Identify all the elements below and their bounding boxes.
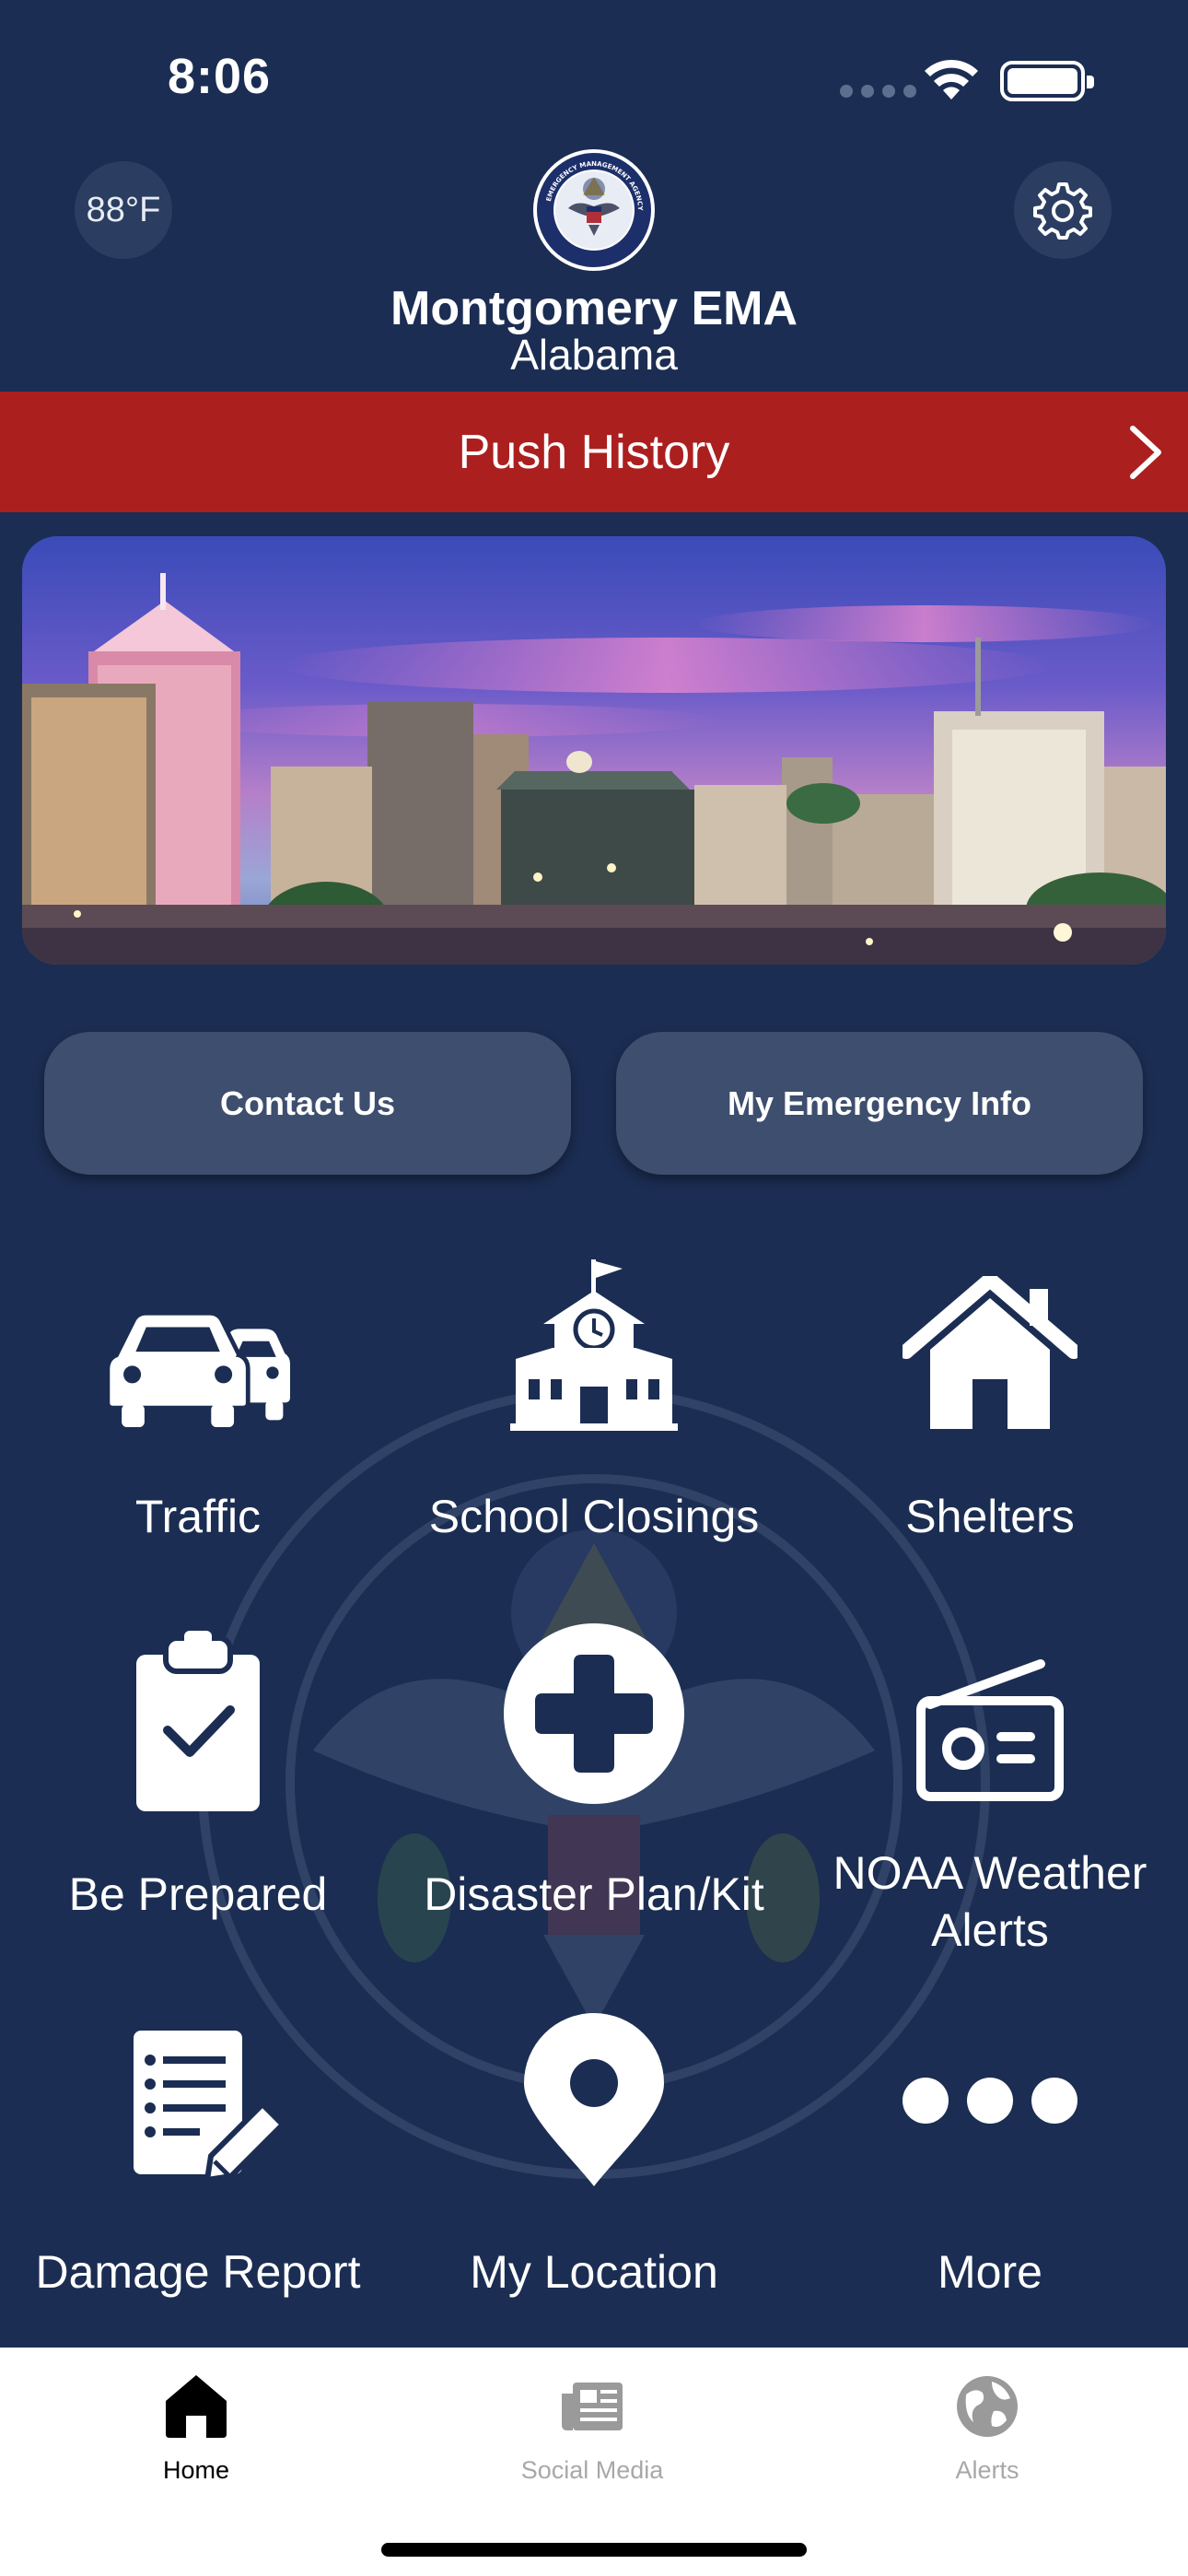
settings-button[interactable]	[1014, 161, 1112, 259]
more-tile[interactable]: More	[797, 2008, 1183, 2322]
tab-social-media-label: Social Media	[520, 2456, 664, 2484]
contact-us-button[interactable]: Contact Us	[44, 1032, 571, 1175]
tab-alerts[interactable]: Alerts	[849, 2370, 1125, 2485]
school-icon	[502, 1253, 686, 1437]
medical-cross-icon	[502, 1622, 686, 1806]
status-time: 8:06	[168, 49, 272, 104]
house-icon	[898, 1262, 1082, 1446]
more-label: More	[938, 2246, 1042, 2298]
wifi-icon	[925, 59, 978, 100]
app-title: Montgomery EMA	[390, 282, 798, 335]
status-bar: 8:06	[0, 0, 1188, 147]
ema-seal-logo: EMERGENCY MANAGEMENT AGENCY	[533, 149, 655, 271]
temperature-badge[interactable]: 88°F	[75, 161, 172, 259]
noaa-weather-alerts-label: NOAA Weather Alerts	[833, 1847, 1147, 1956]
battery-icon	[1000, 61, 1094, 101]
tab-home[interactable]: Home	[58, 2370, 334, 2485]
traffic-tile[interactable]: Traffic	[5, 1235, 391, 1566]
city-skyline-image	[22, 536, 1166, 965]
be-prepared-label: Be Prepared	[68, 1868, 328, 1920]
app-subtitle: Alabama	[510, 331, 678, 379]
tab-alerts-label: Alerts	[955, 2456, 1019, 2484]
push-history-bar[interactable]: Push History	[0, 392, 1188, 512]
car-icon	[106, 1281, 290, 1465]
gear-icon	[1033, 182, 1092, 240]
tab-bar: Home Social Media Alerts	[0, 2348, 1188, 2576]
ellipsis-icon	[870, 2008, 1110, 2193]
home-indicator[interactable]	[381, 2543, 807, 2557]
radio-icon	[898, 1640, 1082, 1824]
disaster-plan-kit-label: Disaster Plan/Kit	[424, 1868, 764, 1920]
tab-social-media[interactable]: Social Media	[454, 2370, 730, 2485]
school-closings-label: School Closings	[428, 1491, 760, 1542]
noaa-weather-alerts-tile[interactable]: NOAA Weather Alerts	[797, 1622, 1183, 1956]
disaster-plan-kit-tile[interactable]: Disaster Plan/Kit	[401, 1622, 787, 1953]
globe-icon	[950, 2370, 1024, 2443]
cellular-signal-icon	[840, 85, 916, 98]
tab-home-label: Home	[162, 2456, 230, 2484]
damage-report-tile[interactable]: Damage Report	[5, 2008, 391, 2322]
report-pencil-icon	[106, 2018, 290, 2202]
be-prepared-tile[interactable]: Be Prepared	[5, 1622, 391, 1953]
traffic-label: Traffic	[134, 1491, 262, 1542]
shelters-label: Shelters	[905, 1491, 1075, 1542]
home-icon	[159, 2370, 233, 2443]
clipboard-check-icon	[106, 1631, 290, 1815]
my-location-tile[interactable]: My Location	[401, 2008, 787, 2322]
push-history-label: Push History	[458, 425, 730, 479]
damage-report-label: Damage Report	[35, 2246, 361, 2298]
my-location-label: My Location	[470, 2246, 718, 2298]
chevron-right-icon	[1130, 426, 1161, 479]
shelters-tile[interactable]: Shelters	[797, 1235, 1183, 1566]
school-closings-tile[interactable]: School Closings	[401, 1235, 787, 1566]
newspaper-icon	[555, 2370, 629, 2443]
my-emergency-info-button[interactable]: My Emergency Info	[616, 1032, 1143, 1175]
map-pin-icon	[502, 2008, 686, 2193]
